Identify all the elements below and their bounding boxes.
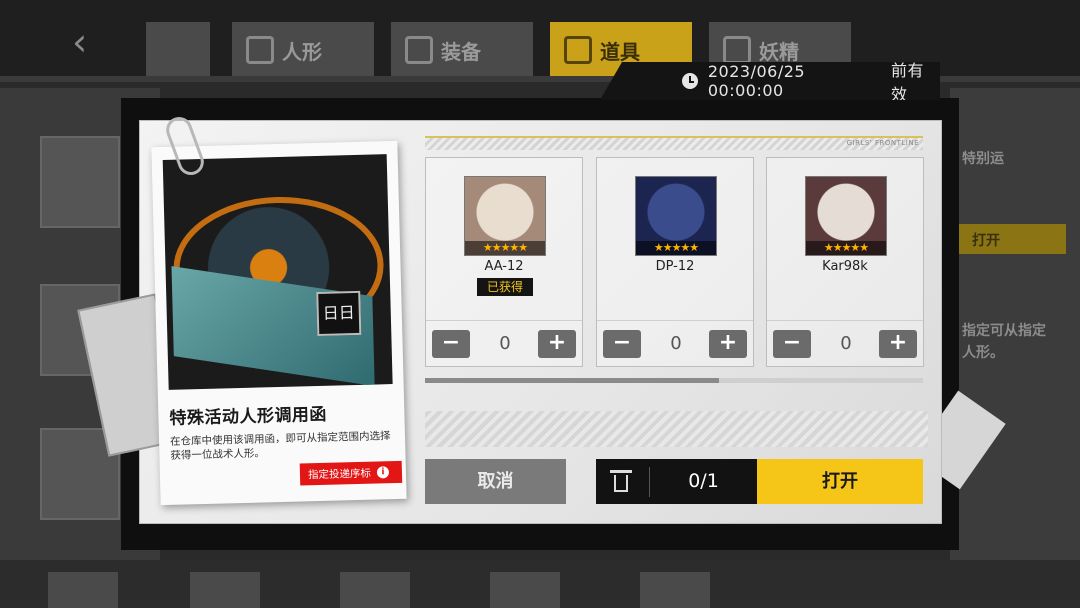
bg-item-card[interactable] xyxy=(190,572,260,608)
quantity-value: 0 xyxy=(840,333,852,354)
quantity-value: 0 xyxy=(499,333,511,354)
delivery-info-label: 指定投递序标 xyxy=(307,467,372,481)
expiry-date: 2023/06/25 00:00:00 xyxy=(707,62,806,100)
delivery-info-button[interactable]: 指定投递序标 i xyxy=(299,460,403,486)
open-button[interactable]: 打开 xyxy=(757,459,923,504)
item-name: 特殊活动人形调用函 xyxy=(169,404,328,429)
trash-icon[interactable] xyxy=(610,470,632,492)
rarity-stars: ★★★★★ xyxy=(636,241,716,255)
horizontal-scrollbar[interactable] xyxy=(425,378,923,383)
doll-icon xyxy=(246,36,274,64)
owned-badge: 已获得 xyxy=(477,278,533,296)
expiry-suffix: 前有效 xyxy=(890,61,924,104)
tab-dolls[interactable]: 人形 xyxy=(232,22,374,78)
item-description: 在仓库中使用该调用函，即可从指定范围内选择获得一位战术人形。 xyxy=(169,430,391,462)
decrease-button[interactable]: − xyxy=(773,330,811,358)
info-icon: i xyxy=(376,466,390,479)
header-stripe: GIRLS' FRONTLINE xyxy=(425,136,923,150)
character-portrait: ★★★★★ xyxy=(635,176,717,256)
rarity-stars: ★★★★★ xyxy=(806,241,886,255)
character-portrait: ★★★★★ xyxy=(464,176,546,256)
character-name: Kar98k xyxy=(822,259,868,274)
expiry-banner: 2023/06/25 00:00:00 前有效 xyxy=(600,62,940,100)
fairy-icon xyxy=(723,36,751,64)
quantity-value: 0 xyxy=(670,333,682,354)
clock-icon xyxy=(682,73,698,89)
character-portrait: ★★★★★ xyxy=(805,176,887,256)
bg-detail-text: 人形。 xyxy=(962,345,1004,361)
decrease-button[interactable]: − xyxy=(432,330,470,358)
item-image: 日日 xyxy=(162,154,393,390)
character-slot-dp12[interactable]: ★★★★★ DP-12 − 0 + xyxy=(596,157,754,367)
bg-detail-title: 特别运 xyxy=(962,151,1004,167)
character-name: AA-12 xyxy=(484,259,524,274)
equipment-icon xyxy=(405,36,433,64)
selection-counter: 0/1 xyxy=(596,459,757,504)
character-slot-aa12[interactable]: ★★★★★ AA-12 已获得 − 0 + xyxy=(425,157,583,367)
item-icon xyxy=(564,36,592,64)
increase-button[interactable]: + xyxy=(538,330,576,358)
bg-detail-text: 指定可从指定 xyxy=(962,323,1046,339)
bg-item-card[interactable] xyxy=(48,572,118,608)
bg-logo-tab xyxy=(146,22,210,78)
decrease-button[interactable]: − xyxy=(603,330,641,358)
bg-item-card[interactable] xyxy=(490,572,560,608)
bg-detail-panel: 特别运 打开 指定可从指定 人形。 xyxy=(950,88,1080,608)
increase-button[interactable]: + xyxy=(879,330,917,358)
divider xyxy=(597,320,753,321)
bg-item-card[interactable] xyxy=(340,572,410,608)
increase-button[interactable]: + xyxy=(709,330,747,358)
rarity-stars: ★★★★★ xyxy=(465,241,545,255)
scrollbar-thumb[interactable] xyxy=(425,378,719,383)
selection-count: 0/1 xyxy=(688,470,719,492)
brand-text: GIRLS' FRONTLINE xyxy=(846,139,919,147)
divider xyxy=(426,320,582,321)
empty-hatched-area xyxy=(425,411,928,447)
back-arrow-icon[interactable]: ‹ xyxy=(72,22,112,62)
character-name: DP-12 xyxy=(655,259,695,274)
divider xyxy=(767,320,923,321)
cancel-button[interactable]: 取消 xyxy=(425,459,566,504)
bg-open-button[interactable]: 打开 xyxy=(958,224,1066,254)
character-slot-kar98k[interactable]: ★★★★★ Kar98k − 0 + xyxy=(766,157,924,367)
bg-item-card[interactable] xyxy=(40,136,120,228)
item-card: 日日 特殊活动人形调用函 在仓库中使用该调用函，即可从指定范围内选择获得一位战术… xyxy=(151,140,407,506)
item-chip: 日日 xyxy=(316,290,362,337)
bg-item-card[interactable] xyxy=(640,572,710,608)
tab-equipment[interactable]: 装备 xyxy=(391,22,533,78)
